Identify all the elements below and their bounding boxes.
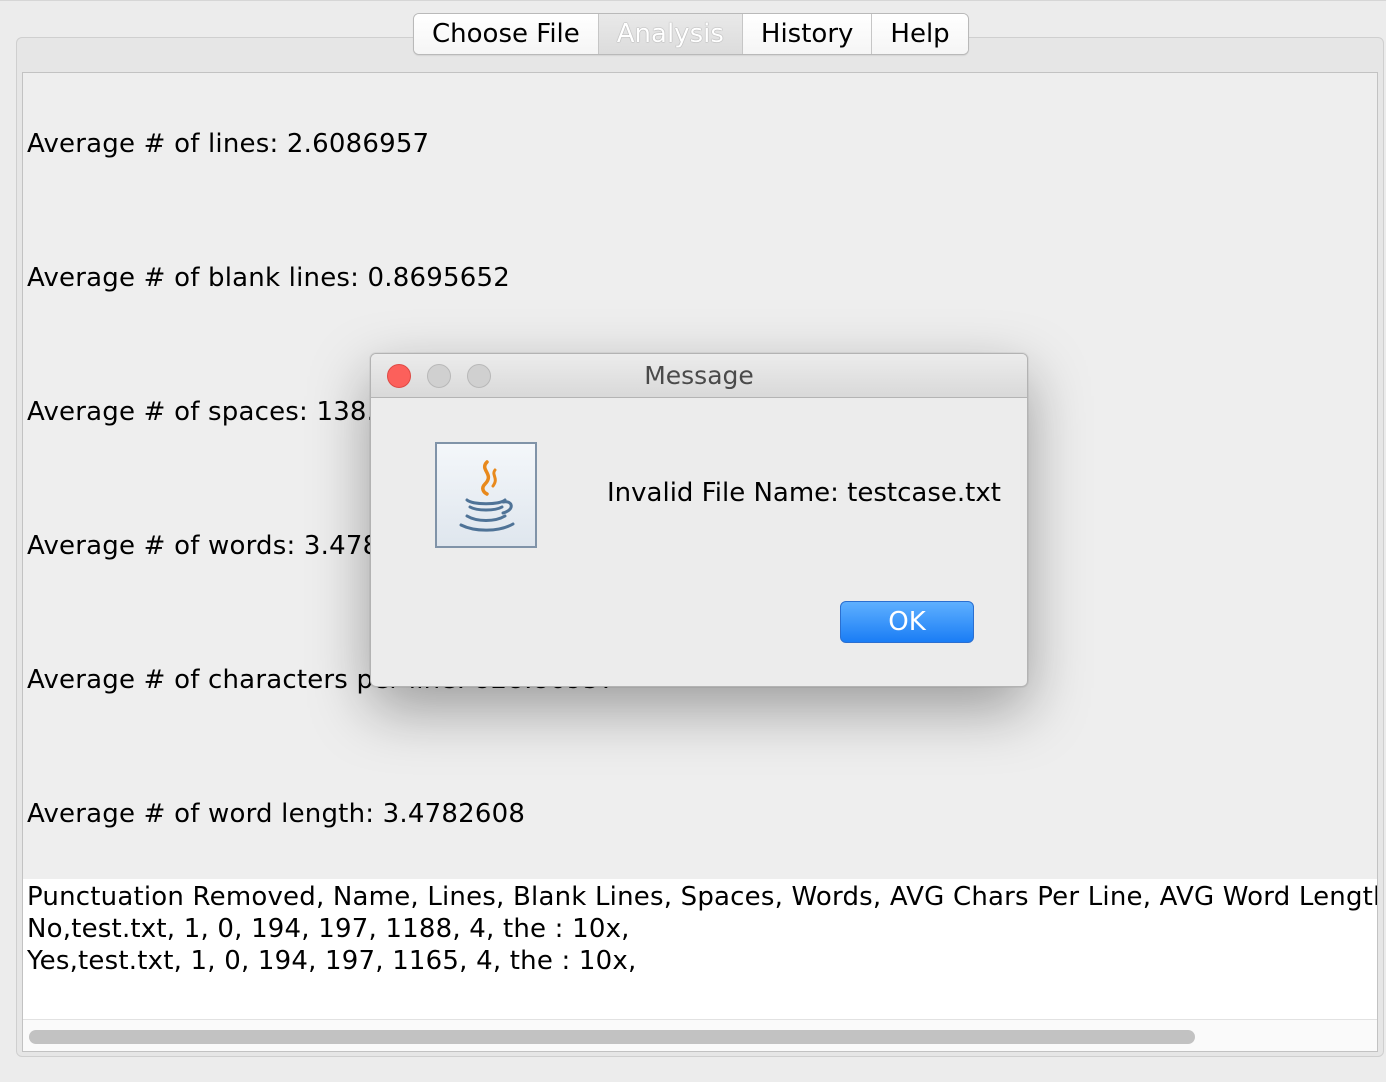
stat-average-spaces: Average # of spaces: 138.95: [27, 397, 409, 427]
stat-average-blank-lines: Average # of blank lines: 0.8695652: [27, 263, 510, 293]
dialog-title: Message: [644, 361, 754, 390]
scrollbar-thumb[interactable]: [29, 1030, 1195, 1044]
tab-help[interactable]: Help: [872, 14, 968, 54]
csv-row: Yes,test.txt, 1, 0, 194, 197, 1165, 4, t…: [27, 946, 637, 976]
ok-button[interactable]: OK: [840, 601, 974, 643]
tab-history[interactable]: History: [742, 14, 873, 54]
dialog-message: Invalid File Name: testcase.txt: [607, 478, 1001, 508]
dialog-titlebar[interactable]: Message: [371, 354, 1027, 398]
horizontal-scrollbar[interactable]: [23, 1019, 1377, 1051]
stat-average-words: Average # of words: 3.4782: [27, 531, 397, 561]
tab-choose-file[interactable]: Choose File: [414, 14, 599, 54]
stat-average-lines: Average # of lines: 2.6086957: [27, 129, 430, 159]
message-dialog: Message Invalid File Name: testcase.txt …: [370, 353, 1028, 687]
app-window: Choose File Analysis History Help Averag…: [0, 0, 1386, 1082]
tab-bar: Choose File Analysis History Help: [413, 13, 969, 55]
csv-header-line: Punctuation Removed, Name, Lines, Blank …: [27, 882, 1377, 912]
csv-row: No,test.txt, 1, 0, 194, 197, 1188, 4, th…: [27, 914, 630, 944]
history-text-area[interactable]: Punctuation Removed, Name, Lines, Blank …: [23, 879, 1377, 1019]
stat-average-word-length: Average # of word length: 3.4782608: [27, 799, 526, 829]
java-coffee-cup-icon: [435, 442, 537, 548]
tab-analysis[interactable]: Analysis: [598, 14, 743, 54]
